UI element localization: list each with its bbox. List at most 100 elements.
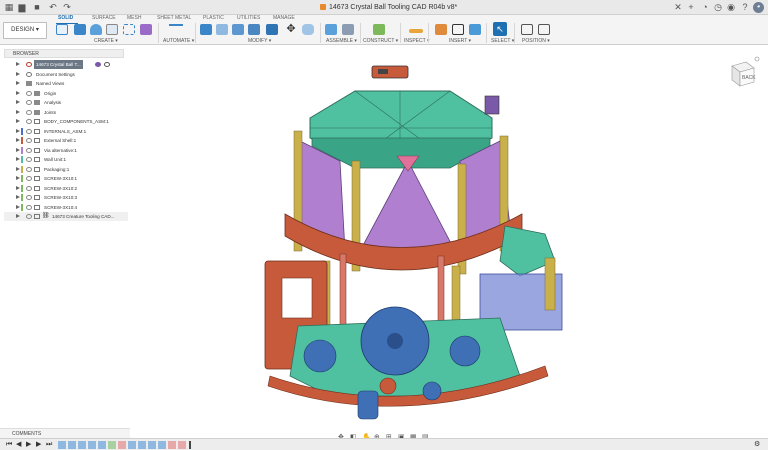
visibility-eye-icon[interactable] [26, 214, 32, 219]
browser-header[interactable]: BROWSER [4, 49, 124, 58]
viewcube-graphic[interactable]: BACK [724, 56, 760, 92]
expand-chevron-icon[interactable] [16, 62, 20, 66]
viewcube[interactable]: BACK [724, 56, 760, 92]
timeline-feature-icon[interactable] [178, 441, 186, 449]
press-pull-icon[interactable] [200, 24, 212, 35]
browser-item[interactable]: Origin [4, 89, 128, 98]
visibility-eye-icon[interactable] [26, 148, 32, 153]
save-icon[interactable]: ■ [32, 2, 42, 13]
grid-icon[interactable]: ▦ [4, 2, 14, 13]
visibility-eye-icon[interactable] [26, 138, 32, 143]
extensions-icon[interactable]: ◔ [700, 2, 710, 13]
expand-chevron-icon[interactable] [16, 214, 20, 218]
timeline-feature-icon[interactable] [78, 441, 86, 449]
group-assemble[interactable]: ASSEMBLE ▾ [326, 38, 357, 44]
expand-chevron-icon[interactable] [16, 138, 20, 142]
close-tab-icon[interactable]: ✕ [673, 2, 683, 13]
undo-icon[interactable]: ↶ [48, 2, 58, 13]
group-construct[interactable]: CONSTRUCT ▾ [363, 38, 398, 44]
visibility-eye-icon[interactable] [26, 62, 32, 67]
group-create[interactable]: CREATE ▾ [94, 38, 118, 44]
capture-position-icon[interactable] [521, 24, 533, 35]
browser-item[interactable]: ⛓ 14673 Creature Tooling CAD... [4, 212, 128, 221]
group-modify[interactable]: MODIFY ▾ [248, 38, 271, 44]
workspace-design-button[interactable]: DESIGN ▾ [3, 22, 47, 39]
insert-derive-icon[interactable] [435, 24, 447, 35]
timeline-feature-icon[interactable] [108, 441, 116, 449]
timeline-feature-icon[interactable] [138, 441, 146, 449]
browser-item[interactable]: External Shell:1 [4, 136, 128, 145]
activate-component-icon[interactable] [95, 62, 101, 67]
browser-item[interactable]: INTERNALS_ASM:1 [4, 127, 128, 136]
timeline-feature-icon[interactable] [148, 441, 156, 449]
home-view-icon[interactable] [754, 56, 760, 62]
visibility-eye-icon[interactable] [26, 195, 32, 200]
timeline-feature-icon[interactable] [58, 441, 66, 449]
insert-mcmaster-icon[interactable] [452, 24, 464, 35]
browser-item[interactable]: SCREW-3X10:3 [4, 193, 128, 202]
tab-manage[interactable]: MANAGE [273, 15, 295, 21]
pattern-icon[interactable] [123, 24, 135, 35]
timeline-end-icon[interactable]: ⏭ [46, 441, 52, 449]
timeline-start-icon[interactable]: ⏮ [6, 441, 12, 449]
automate-icon[interactable] [169, 24, 183, 35]
create-form-icon[interactable] [140, 24, 152, 35]
tab-surface[interactable]: SURFACE [92, 15, 116, 21]
group-automate[interactable]: AUTOMATE ▾ [163, 38, 194, 44]
timeline-feature-icon[interactable] [168, 441, 176, 449]
timeline-feature-icon[interactable] [88, 441, 96, 449]
joint-icon[interactable] [342, 24, 354, 35]
file-icon[interactable]: ▆ [17, 2, 27, 13]
job-status-icon[interactable]: ◷ [713, 2, 723, 13]
tab-sheet-metal[interactable]: SHEET METAL [157, 15, 191, 21]
target-icon[interactable] [104, 62, 110, 67]
browser-root-item[interactable]: 14673 Crystal Ball T... [4, 60, 128, 69]
timeline-feature-icon[interactable] [128, 441, 136, 449]
browser-item[interactable]: Via alternative:1 [4, 146, 128, 155]
new-component-assemble-icon[interactable] [325, 24, 337, 35]
insert-canvas-icon[interactable] [469, 24, 481, 35]
visibility-eye-icon[interactable] [26, 157, 32, 162]
expand-chevron-icon[interactable] [16, 91, 20, 95]
notifications-icon[interactable]: ◉ [726, 2, 736, 13]
expand-chevron-icon[interactable] [16, 186, 20, 190]
browser-item[interactable]: Wall Unit:1 [4, 155, 128, 164]
chamfer-icon[interactable] [232, 24, 244, 35]
comments-panel[interactable]: COMMENTS [0, 428, 130, 438]
group-insert[interactable]: INSERT ▾ [449, 38, 471, 44]
timeline-forward-icon[interactable]: ▶ [36, 441, 41, 449]
expand-chevron-icon[interactable] [16, 157, 20, 161]
browser-item[interactable]: Packaging:1 [4, 165, 128, 174]
visibility-eye-icon[interactable] [26, 167, 32, 172]
expand-chevron-icon[interactable] [16, 195, 20, 199]
browser-item[interactable]: BODY_COMPONENTS_ASM:1 [4, 117, 128, 126]
extrude-icon[interactable] [74, 24, 86, 35]
browser-item[interactable]: SCREW-3X10:1 [4, 174, 128, 183]
visibility-eye-icon[interactable] [26, 186, 32, 191]
expand-chevron-icon[interactable] [16, 167, 20, 171]
expand-chevron-icon[interactable] [16, 100, 20, 104]
account-icon[interactable]: ◕ [753, 2, 764, 13]
hole-icon[interactable] [106, 24, 118, 35]
group-select[interactable]: SELECT ▾ [491, 38, 514, 44]
expand-chevron-icon[interactable] [16, 176, 20, 180]
redo-icon[interactable]: ↷ [62, 2, 72, 13]
expand-chevron-icon[interactable] [16, 72, 20, 76]
combine-icon[interactable] [266, 24, 278, 35]
visibility-eye-icon[interactable] [26, 129, 32, 134]
expand-chevron-icon[interactable] [16, 119, 20, 123]
move-copy-icon[interactable]: ✥ [285, 24, 297, 35]
visibility-eye-icon[interactable] [26, 100, 32, 105]
visibility-eye-icon[interactable] [26, 205, 32, 210]
revert-position-icon[interactable] [538, 24, 550, 35]
browser-item[interactable]: Analysis [4, 98, 128, 107]
browser-item[interactable]: SCREW-3X10:4 [4, 203, 128, 212]
visibility-eye-icon[interactable] [26, 91, 32, 96]
visibility-eye-icon[interactable] [26, 110, 32, 115]
browser-item[interactable]: Named Views [4, 79, 128, 88]
shell-icon[interactable] [248, 24, 260, 35]
expand-chevron-icon[interactable] [16, 148, 20, 152]
browser-item[interactable]: Document Settings [4, 70, 128, 79]
tab-mesh[interactable]: MESH [127, 15, 141, 21]
tab-plastic[interactable]: PLASTIC [203, 15, 224, 21]
